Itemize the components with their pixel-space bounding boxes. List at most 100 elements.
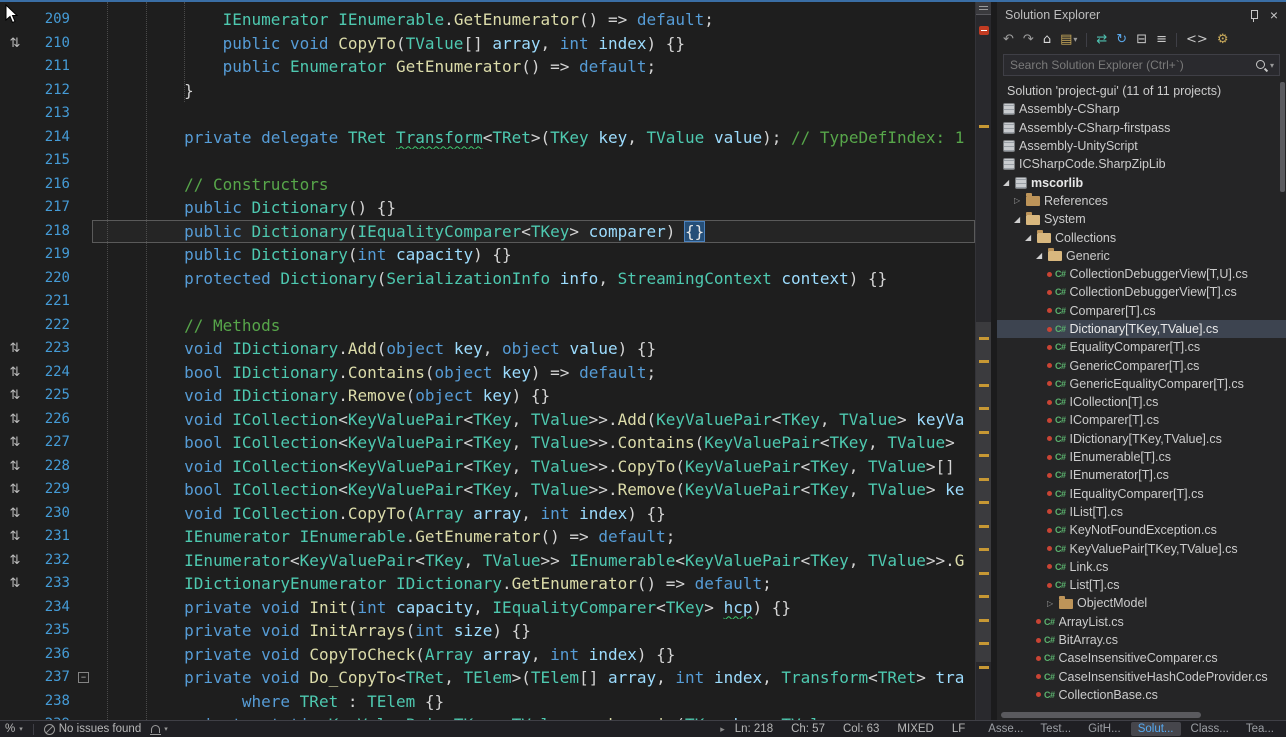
close-icon[interactable]: × [1270,8,1278,22]
line-indicator[interactable]: Ln: 218 [735,723,773,735]
implements-interface-glyph[interactable]: ⇅ [0,549,30,573]
tree-item[interactable]: Solution 'project-gui' (11 of 11 project… [997,82,1286,100]
tree-item[interactable]: C#CaseInsensitiveHashCodeProvider.cs [997,668,1286,686]
tree-item[interactable]: C#GenericEqualityComparer[T].cs [997,375,1286,393]
tree-item[interactable]: C#CollectionBase.cs [997,686,1286,704]
tree-item[interactable]: C#BitArray.cs [997,631,1286,649]
scrollbar-thumb[interactable] [1001,712,1201,718]
code-line[interactable]: IEnumerator IEnumerable.GetEnumerator() … [92,525,975,549]
search-options-caret[interactable]: ▾ [1270,61,1274,70]
panel-tab-class[interactable]: Class... [1184,722,1236,736]
notifications-button[interactable]: ▾ [151,725,168,733]
fold-collapse-marker[interactable]: − [78,672,89,683]
refresh-icon[interactable]: ↻ [1116,32,1127,48]
panel-tab-solut[interactable]: Solut... [1131,722,1181,736]
search-icon[interactable] [1255,59,1268,72]
panel-tab-asse[interactable]: Asse... [981,722,1030,736]
code-line[interactable]: public void CopyTo(TValue[] array, int i… [92,32,975,56]
code-line[interactable]: private delegate TRet Transform<TRet>(TK… [92,126,975,150]
tree-item[interactable]: ◢mscorlib [997,173,1286,191]
code-line[interactable]: public Enumerator GetEnumerator() => def… [92,55,975,79]
implements-interface-glyph[interactable]: ⇅ [0,361,30,385]
glyph-cell[interactable] [0,149,30,173]
tree-item[interactable]: C#KeyValuePair[TKey,TValue].cs [997,539,1286,557]
home-icon[interactable]: ⌂ [1043,32,1051,48]
tree-item[interactable]: ▷ObjectModel [997,594,1286,612]
line-ending-indicator[interactable]: LF [952,723,965,735]
panel-tab-gith[interactable]: GitH... [1081,722,1128,736]
back-icon[interactable]: ↶ [1003,32,1014,48]
tree-item[interactable]: C#CollectionDebuggerView[T].cs [997,283,1286,301]
panel-tab-test[interactable]: Test... [1033,722,1078,736]
code-line[interactable]: public Dictionary(int capacity) {} [92,243,975,267]
glyph-cell[interactable] [0,102,30,126]
forward-icon[interactable]: ↷ [1023,32,1034,48]
code-line[interactable]: private void CopyToCheck(Array array, in… [92,643,975,667]
search-box[interactable]: ▾ [1003,54,1280,76]
expand-arrow-icon[interactable]: ▷ [1047,599,1059,608]
tree-item[interactable]: ◢Generic [997,247,1286,265]
tree-item[interactable]: C#IEnumerable[T].cs [997,448,1286,466]
show-all-files-icon[interactable]: ≡ [1156,32,1167,48]
indentation-indicator[interactable]: MIXED [897,723,933,735]
tree-vertical-scrollbar[interactable] [1280,82,1285,192]
tree-item[interactable]: C#GenericComparer[T].cs [997,356,1286,374]
code-line[interactable]: private void Init(int capacity, IEqualit… [92,596,975,620]
code-line[interactable]: IEnumerator<KeyValuePair<TKey, TValue>> … [92,549,975,573]
glyph-cell[interactable] [0,619,30,643]
panel-tab-tea[interactable]: Tea... [1239,722,1281,736]
implements-interface-glyph[interactable]: ⇅ [0,572,30,596]
code-line[interactable] [92,149,975,173]
code-line[interactable]: // Methods [92,314,975,338]
code-line[interactable]: IEnumerator IEnumerable.GetEnumerator() … [92,8,975,32]
glyph-cell[interactable] [0,690,30,714]
tree-item[interactable]: C#List[T].cs [997,576,1286,594]
implements-interface-glyph[interactable]: ⇅ [0,455,30,479]
glyph-cell[interactable] [0,596,30,620]
implements-interface-glyph[interactable]: ⇅ [0,478,30,502]
folding-margin[interactable]: − [76,2,92,720]
implements-interface-glyph[interactable]: ⇅ [0,384,30,408]
code-line[interactable]: // Constructors [92,173,975,197]
issues-indicator[interactable]: No issues found [44,723,141,735]
panel-title-bar[interactable]: Solution Explorer × [997,2,1286,28]
glyph-cell[interactable] [0,173,30,197]
glyph-cell[interactable] [0,8,30,32]
glyph-cell[interactable] [0,643,30,667]
collapse-arrow-icon[interactable]: ◢ [1014,215,1026,224]
code-line[interactable] [92,290,975,314]
glyph-cell[interactable] [0,220,30,244]
code-line[interactable]: protected Dictionary(SerializationInfo i… [92,267,975,291]
glyph-cell[interactable] [0,243,30,267]
tree-item[interactable]: C#Link.cs [997,558,1286,576]
pin-icon[interactable] [1248,8,1260,23]
implements-interface-glyph[interactable]: ⇅ [0,431,30,455]
code-line[interactable]: where TRet : TElem {} [92,690,975,714]
code-line[interactable]: private static KeyValuePair<TKey, TValue… [92,713,975,720]
glyph-cell[interactable] [0,196,30,220]
implements-interface-glyph[interactable]: ⇅ [0,337,30,361]
tree-item[interactable]: Assembly-UnityScript [997,137,1286,155]
glyph-cell[interactable] [0,290,30,314]
tree-item[interactable]: Assembly-CSharp [997,100,1286,118]
tree-item[interactable]: C#Dictionary[TKey,TValue].cs [997,320,1286,338]
hscroll-right-arrow[interactable]: ▸ [720,724,725,735]
expand-arrow-icon[interactable]: ▷ [1014,196,1026,205]
code-line[interactable]: void ICollection<KeyValuePair<TKey, TVal… [92,408,975,432]
tree-item[interactable]: C#IEnumerator[T].cs [997,466,1286,484]
glyph-cell[interactable] [0,314,30,338]
tree-item[interactable]: C#KeyNotFoundException.cs [997,521,1286,539]
collapse-arrow-icon[interactable]: ◢ [1025,233,1037,242]
implements-interface-glyph[interactable]: ⇅ [0,32,30,56]
glyph-cell[interactable] [0,79,30,103]
implements-interface-glyph[interactable]: ⇅ [0,502,30,526]
tree-item[interactable]: C#EqualityComparer[T].cs [997,338,1286,356]
switch-views-icon[interactable]: ▤▾ [1060,32,1077,48]
code-line[interactable]: void IDictionary.Remove(object key) {} [92,384,975,408]
code-editor[interactable]: ⇅⇅⇅⇅⇅⇅⇅⇅⇅⇅⇅⇅ 209210211212213214215216217… [0,2,991,720]
glyph-cell[interactable] [0,713,30,720]
code-line[interactable]: bool ICollection<KeyValuePair<TKey, TVal… [92,431,975,455]
code-line[interactable] [92,102,975,126]
code-line[interactable]: bool IDictionary.Contains(object key) =>… [92,361,975,385]
tree-item[interactable]: C#IComparer[T].cs [997,411,1286,429]
